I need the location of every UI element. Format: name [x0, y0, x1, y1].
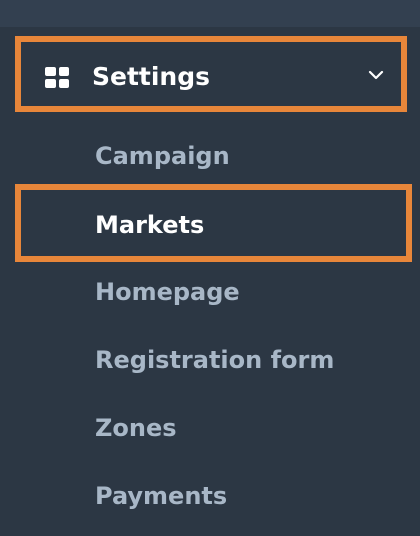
sidebar-item-homepage[interactable]: Homepage	[95, 275, 240, 309]
sidebar-item-label: Markets	[95, 211, 205, 239]
settings-label: Settings	[92, 62, 211, 91]
sidebar-item-payments[interactable]: Payments	[95, 479, 227, 513]
sidebar-item-zones[interactable]: Zones	[95, 411, 177, 445]
sidebar-nav: Settings Campaign Markets Homepage Regis…	[0, 0, 420, 536]
settings-menu-toggle[interactable]: Settings	[15, 36, 407, 112]
grid-icon	[45, 67, 69, 88]
sidebar-item-markets[interactable]: Markets	[15, 184, 412, 262]
chevron-down-icon	[368, 70, 384, 80]
sidebar-item-registration-form[interactable]: Registration form	[95, 343, 334, 377]
sidebar-item-campaign[interactable]: Campaign	[95, 139, 230, 173]
